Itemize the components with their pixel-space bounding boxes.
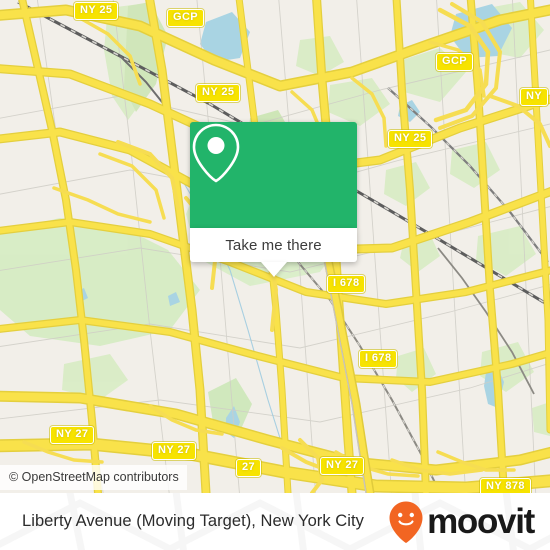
destination-popup-card[interactable]: Take me there: [190, 122, 357, 277]
road-shield: NY 27: [320, 457, 365, 475]
moovit-smiling-pin-icon: [389, 501, 423, 543]
moovit-wordmark: moovit: [427, 502, 535, 541]
take-me-there-button[interactable]: Take me there: [190, 228, 357, 277]
road-shield: I 678: [359, 350, 398, 368]
road-shield: NY 878: [480, 478, 531, 493]
popup-pointer-tail: [260, 262, 287, 277]
map-canvas[interactable]: NY 25 GCP GCP NY 25 NY NY 25 I 678 I 678…: [0, 0, 550, 493]
road-shield: I 678: [327, 275, 366, 293]
road-shield: NY 25: [388, 130, 433, 148]
road-shield: NY: [520, 88, 549, 106]
take-me-there-label: Take me there: [225, 236, 322, 254]
map-pin-icon: [192, 123, 240, 183]
road-shield: NY 25: [74, 2, 119, 20]
map-screenshot: NY 25 GCP GCP NY 25 NY NY 25 I 678 I 678…: [0, 0, 550, 550]
openstreetmap-attribution[interactable]: © OpenStreetMap contributors: [0, 465, 187, 490]
road-shield: GCP: [436, 53, 474, 71]
footer-bar: Liberty Avenue (Moving Target), New York…: [0, 493, 550, 550]
road-shield: NY 27: [50, 426, 95, 444]
road-shield: NY 25: [196, 84, 241, 102]
road-shield: GCP: [167, 9, 205, 27]
location-title: Liberty Avenue (Moving Target), New York…: [22, 512, 364, 530]
popup-pin-area: [190, 122, 357, 228]
road-shield: 27: [236, 459, 262, 477]
road-shield: NY 27: [152, 442, 197, 460]
moovit-logo[interactable]: moovit: [388, 493, 535, 550]
